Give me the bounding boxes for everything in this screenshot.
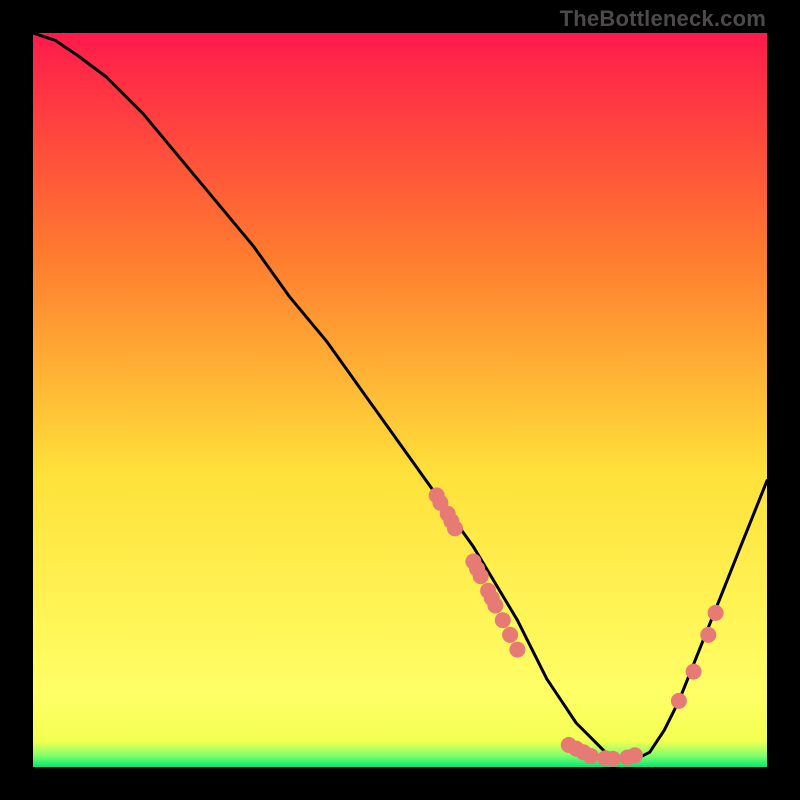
- data-point-marker: [509, 642, 525, 658]
- data-point-marker: [447, 520, 463, 536]
- chart-frame: [33, 33, 767, 767]
- data-point-marker: [627, 747, 643, 763]
- data-point-marker: [583, 748, 599, 764]
- data-point-marker: [671, 693, 687, 709]
- data-point-marker: [605, 751, 621, 767]
- data-point-marker: [473, 568, 489, 584]
- bottleneck-chart: [33, 33, 767, 767]
- data-point-marker: [487, 598, 503, 614]
- data-point-marker: [700, 627, 716, 643]
- data-point-marker: [686, 664, 702, 680]
- data-point-marker: [708, 605, 724, 621]
- data-point-marker: [502, 627, 518, 643]
- chart-background: [33, 33, 767, 767]
- watermark-label: TheBottleneck.com: [560, 6, 766, 32]
- data-point-marker: [495, 612, 511, 628]
